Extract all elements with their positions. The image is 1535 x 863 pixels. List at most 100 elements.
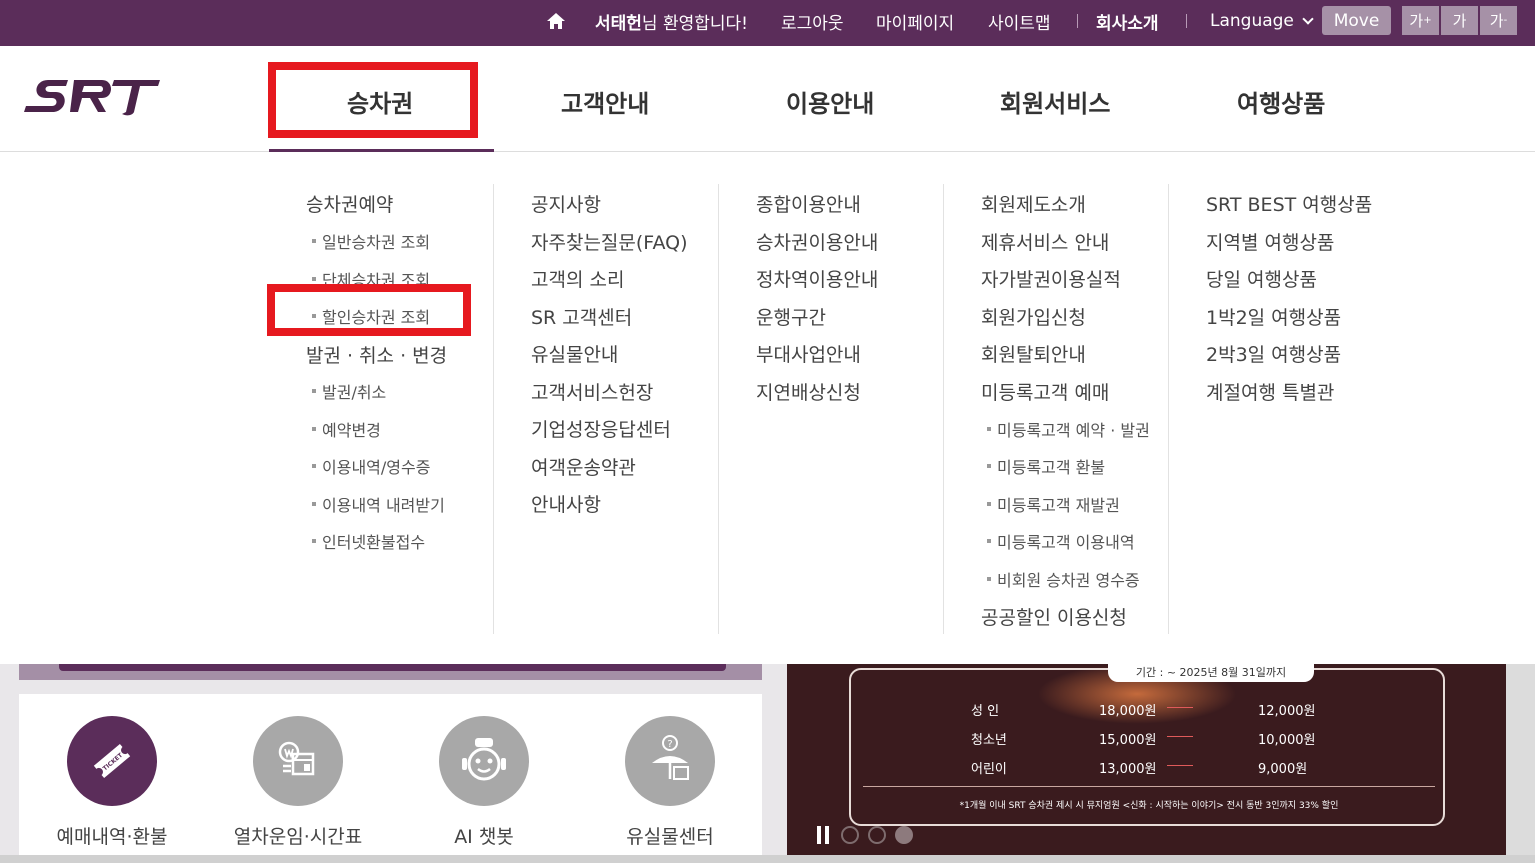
minus-icon: - [1503,15,1508,26]
menu-notices-info[interactable]: 안내사항 [531,490,601,517]
nav-member-service[interactable]: 회원서비스 [1000,84,1110,119]
price-row-youth: 청소년 15,000원 10,000원 [851,725,1447,749]
font-size-decrease-button[interactable]: 가- [1480,6,1517,35]
menu-nonmember-reissue[interactable]: 미등록고객 재발권 [981,492,1120,516]
mega-menu-panel: 승차권예약 일반승차권 조회 단체승차권 조회 할인승차권 조회 발권 · 취소… [0,152,1535,664]
banner-period: 기간 : ~ 2025년 8월 31일까지 [1108,664,1314,682]
booking-panel-edge [19,664,762,680]
menu-notice[interactable]: 공지사항 [531,190,601,217]
language-label: Language [1210,11,1294,31]
srt-logo[interactable] [22,76,162,118]
quick-label: 예매내역·환불 [56,826,168,848]
mega-column-member: 회원제도소개 제휴서비스 안내 자가발권이용실적 회원가입신청 회원탈퇴안내 미… [944,184,1169,634]
company-link[interactable]: 회사소개 [1096,0,1159,42]
price-row-sale: 9,000원 [1258,762,1308,777]
nav-customer-guide[interactable]: 고객안내 [561,84,649,119]
menu-day-trip[interactable]: 당일 여행상품 [1206,265,1317,292]
user-name: 서태헌 [595,13,642,34]
price-row-label: 어린이 [971,762,1007,777]
nav-usage-guide[interactable]: 이용안내 [786,84,874,119]
menu-general-guide[interactable]: 종합이용안내 [756,190,861,217]
slide-dot-3[interactable] [895,826,913,844]
menu-nonmember-history[interactable]: 미등록고객 이용내역 [981,529,1135,553]
menu-public-discount[interactable]: 공공할인 이용신청 [981,603,1127,630]
menu-service-charter[interactable]: 고객서비스헌장 [531,378,653,405]
quick-label: 열차운임·시간표 [233,826,363,848]
slide-dot-1[interactable] [841,826,859,844]
page-bottom-edge [0,855,1535,863]
quick-menu: TICKET 예매내역·환불 열차운임·시간표 AI 챗봇 ? 유실물센터 [19,694,762,863]
menu-self-issue-record[interactable]: 자가발권이용실적 [981,265,1121,292]
sitemap-link[interactable]: 사이트맵 [988,0,1051,42]
menu-nonmember-reserve-issue[interactable]: 미등록고객 예약 · 발권 [981,417,1150,441]
plus-icon: + [1423,15,1432,26]
chevron-down-icon [1302,12,1314,25]
menu-ticket-reservation[interactable]: 승차권예약 [306,190,393,217]
menu-internet-refund[interactable]: 인터넷환불접수 [306,529,425,553]
menu-history-receipt[interactable]: 이용내역/영수증 [306,454,430,478]
price-row-sale: 10,000원 [1258,733,1316,748]
menu-faq[interactable]: 자주찾는질문(FAQ) [531,228,688,255]
banner-price-frame: 기간 : ~ 2025년 8월 31일까지 성 인 18,000원 12,000… [849,664,1447,826]
mypage-link[interactable]: 마이페이지 [876,0,954,42]
price-row-sale: 12,000원 [1258,704,1316,719]
menu-join[interactable]: 회원가입신청 [981,303,1086,330]
welcome-message: 서태헌 님 환영합니다! [595,0,748,42]
language-select[interactable]: Language [1210,0,1314,42]
menu-customer-voice[interactable]: 고객의 소리 [531,265,624,292]
quick-booking-refund[interactable]: TICKET 예매내역·환불 [19,716,205,849]
home-icon[interactable] [546,11,566,31]
quick-label: AI 챗봇 [454,826,514,848]
move-button[interactable]: Move [1322,6,1391,35]
menu-3day-trip[interactable]: 2박3일 여행상품 [1206,340,1341,367]
banner-note: *1개월 이내 SRT 승차권 제시 시 뮤지엄원 <신화 : 시작하는 이야기… [959,801,1339,811]
menu-delay-compensation[interactable]: 지연배상신청 [756,378,861,405]
top-utility-bar: 서태헌 님 환영합니다! 로그아웃 마이페이지 사이트맵 회사소개 Languag… [0,0,1535,46]
menu-ticket-guide[interactable]: 승차권이용안내 [756,228,878,255]
quick-label: 유실물센터 [626,826,714,848]
menu-issue-cancel-change[interactable]: 발권 · 취소 · 변경 [306,341,447,368]
quick-fare-timetable[interactable]: 열차운임·시간표 [205,716,391,849]
menu-sr-customer-center[interactable]: SR 고객센터 [531,303,632,330]
quick-lost-center[interactable]: ? 유실물센터 [577,716,763,849]
menu-issue-cancel[interactable]: 발권/취소 [306,379,386,403]
page-edge [1506,664,1535,863]
nav-travel-products[interactable]: 여행상품 [1237,84,1325,119]
slide-dot-2[interactable] [868,826,886,844]
font-size-increase-button[interactable]: 가 + [1402,6,1439,35]
menu-reservation-change[interactable]: 예약변경 [306,417,381,441]
divider [1186,14,1187,28]
menu-general-ticket-search[interactable]: 일반승차권 조회 [306,229,430,253]
menu-transport-terms[interactable]: 여객운송약관 [531,453,636,480]
price-row-original: 15,000원 [1099,733,1157,748]
pause-icon[interactable] [817,826,829,844]
font-size-normal-button[interactable]: 가 [1441,6,1478,35]
menu-regional-travel[interactable]: 지역별 여행상품 [1206,228,1334,255]
mega-column-usage: 종합이용안내 승차권이용안내 정차역이용안내 운행구간 부대사업안내 지연배상신… [719,184,944,634]
menu-membership-intro[interactable]: 회원제도소개 [981,190,1086,217]
highlight-box-ticket [268,62,478,138]
quick-ai-chatbot[interactable]: AI 챗봇 [391,716,577,849]
mega-column-travel: SRT BEST 여행상품 지역별 여행상품 당일 여행상품 1박2일 여행상품… [1169,184,1394,634]
arrow-right-icon [1167,707,1193,708]
menu-nonmember-booking[interactable]: 미등록고객 예매 [981,378,1109,405]
fare-timetable-icon [253,716,343,806]
menu-side-business[interactable]: 부대사업안내 [756,340,861,367]
menu-2day-trip[interactable]: 1박2일 여행상품 [1206,303,1341,330]
mega-column-ticket: 승차권예약 일반승차권 조회 단체승차권 조회 할인승차권 조회 발권 · 취소… [269,184,494,634]
menu-seasonal-travel[interactable]: 계절여행 특별관 [1206,378,1334,405]
menu-history-download[interactable]: 이용내역 내려받기 [306,492,445,516]
ticket-icon: TICKET [67,716,157,806]
logout-link[interactable]: 로그아웃 [781,0,844,42]
menu-nonmember-receipt[interactable]: 비회원 승차권 영수증 [981,567,1140,591]
price-row-original: 13,000원 [1099,762,1157,777]
menu-nonmember-refund[interactable]: 미등록고객 환불 [981,454,1105,478]
menu-business-center[interactable]: 기업성장응답센터 [531,415,671,442]
menu-lost-items[interactable]: 유실물안내 [531,340,618,367]
menu-srt-best-travel[interactable]: SRT BEST 여행상품 [1206,190,1372,217]
menu-withdraw[interactable]: 회원탈퇴안내 [981,340,1086,367]
banner-controls [817,826,922,844]
menu-route[interactable]: 운행구간 [756,303,826,330]
menu-partner-service[interactable]: 제휴서비스 안내 [981,228,1109,255]
menu-station-guide[interactable]: 정차역이용안내 [756,265,878,292]
